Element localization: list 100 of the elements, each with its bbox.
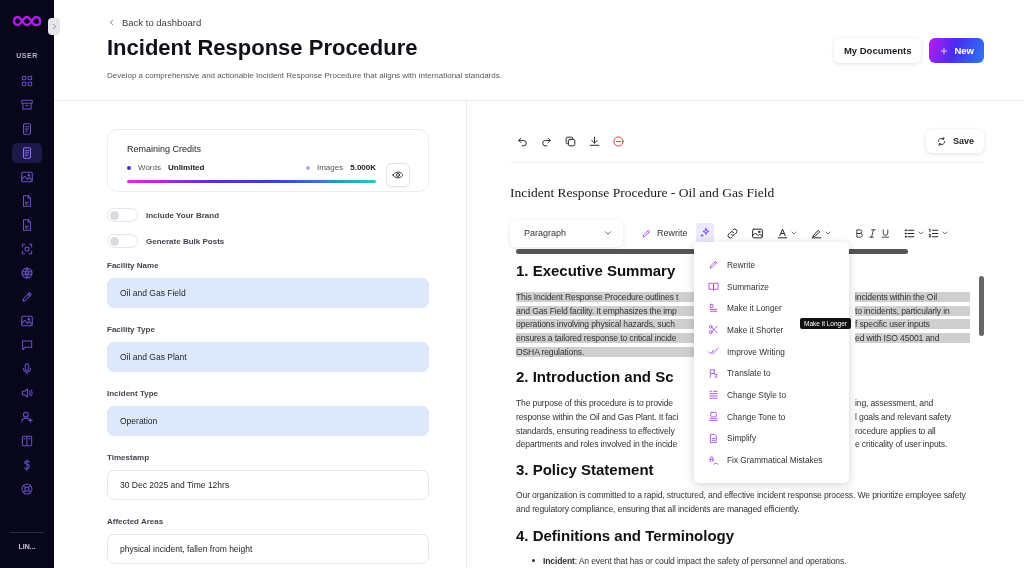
- paragraph-text: ed with ISO 45001 and: [855, 332, 970, 343]
- section-heading: 4. Definitions and Terminology: [516, 525, 735, 546]
- bullet-list-icon: [902, 226, 916, 240]
- input-field[interactable]: 30 Dec 2025 and Time 12hrs: [107, 470, 429, 500]
- microphone-icon: [20, 362, 34, 376]
- menu-item[interactable]: Change Style to: [708, 384, 787, 406]
- menu-item[interactable]: Fix Grammatical Mistakes: [708, 449, 823, 471]
- input-field[interactable]: physical incident, fallen from height: [107, 534, 429, 564]
- list-item: Incident: An event that has or could impact the safety of personnel and operations.: [543, 554, 847, 567]
- ai-button[interactable]: [695, 223, 714, 243]
- chevron-icon: [823, 229, 832, 237]
- chevron-icon: [789, 229, 798, 237]
- menu-item[interactable]: Change Tone to: [708, 405, 786, 428]
- vertical-scrollbar[interactable]: [979, 276, 984, 336]
- link-icon: [725, 226, 739, 240]
- toggle-label: Generate Bulk Posts: [146, 236, 225, 246]
- document-icon: [20, 122, 34, 136]
- book-icon: [708, 281, 719, 293]
- lines-icon: [708, 389, 719, 401]
- document-icon: [708, 432, 719, 444]
- paragraph-text: ing, assessment, and: [855, 398, 935, 409]
- scan-icon: [20, 242, 34, 256]
- plus-icon: [939, 45, 950, 56]
- letter-icon: [708, 454, 719, 466]
- status-dot: [127, 165, 131, 170]
- underline-icon: [879, 227, 891, 239]
- input-field[interactable]: Operation: [107, 406, 429, 436]
- add-user-icon: [20, 410, 34, 424]
- scissors-icon: [708, 324, 719, 336]
- document-title: Incident Response Procedure - Oil and Gas Field: [510, 185, 776, 201]
- pen-icon: [641, 227, 652, 239]
- section-heading: 3. Policy Statement: [516, 460, 654, 481]
- collapse-button[interactable]: [48, 18, 60, 35]
- paragraph-text: response within the Oil and Gas Plant. It faci: [516, 411, 680, 422]
- toggle-switch[interactable]: [107, 208, 138, 222]
- paragraph-text: l goals and relevant safety: [855, 411, 952, 422]
- new-button[interactable]: New: [929, 38, 984, 63]
- page-subtitle: Develop a comprehensive and actionable Incident Response Procedure that aligns with international standards.: [107, 71, 502, 80]
- lines-icon: [708, 411, 719, 423]
- bullet-icon: [532, 559, 535, 563]
- chevron-icon: [940, 229, 949, 237]
- pen-icon: [20, 290, 34, 304]
- document-icon: [20, 146, 34, 160]
- save-button[interactable]: Save: [925, 129, 984, 153]
- numbered-list-icon: [926, 226, 940, 240]
- page-title: Incident Response Procedure: [107, 35, 418, 61]
- documents-button[interactable]: My Documents: [833, 38, 922, 63]
- menu-item[interactable]: Make it Longer: [708, 297, 782, 320]
- italic-icon: [866, 227, 878, 239]
- paragraph-text: to incidents, particularly in: [855, 305, 970, 316]
- menu-item[interactable]: Summarize: [708, 275, 769, 298]
- lines-icon: [708, 302, 719, 314]
- speaker-icon: [20, 386, 34, 400]
- credit-value: Unlimited: [167, 163, 205, 172]
- image-icon: [20, 314, 34, 328]
- chevron-icon: [916, 229, 925, 237]
- menu-item[interactable]: Improve Writing: [708, 340, 785, 363]
- paragraph-text: standards, ensuring readiness to effectively: [516, 425, 676, 436]
- globe-icon: [20, 266, 34, 280]
- credits-title: Remaining Credits: [127, 144, 203, 154]
- menu-item[interactable]: Simplify: [708, 427, 757, 450]
- field-label: Timestamp: [107, 453, 151, 462]
- credit-label: Images: [316, 163, 344, 172]
- text-color-icon: [775, 226, 789, 240]
- grid-icon: [20, 74, 34, 88]
- field-label: Affected Areas: [107, 517, 165, 526]
- rewrite-button[interactable]: Rewrite: [635, 222, 694, 244]
- lifebuoy-icon: [20, 482, 34, 496]
- refresh-icon: [935, 135, 947, 147]
- credit-label: Words: [138, 163, 161, 172]
- sparkle-icon: [698, 227, 711, 239]
- menu-item[interactable]: Make it Shorter: [708, 319, 784, 341]
- sidebar-item[interactable]: [12, 143, 42, 163]
- input-field[interactable]: Oil and Gas Plant: [107, 342, 429, 372]
- file-icon: [20, 218, 34, 232]
- copy-icon: [563, 134, 577, 148]
- chat-icon: [20, 338, 34, 352]
- field-label: Incident Type: [107, 389, 159, 398]
- field-label: Facility Type: [107, 325, 156, 334]
- toggle-label: Include Your Brand: [146, 210, 220, 220]
- back-link[interactable]: Back to dashboard: [107, 17, 202, 28]
- block-format-select[interactable]: Paragraph: [510, 219, 623, 247]
- paragraph-text: e criticality of user inputs.: [855, 439, 949, 450]
- toggle-switch[interactable]: [107, 234, 138, 248]
- pen-icon: [708, 259, 719, 271]
- eye-icon: [392, 169, 404, 181]
- menu-item[interactable]: Rewrite: [708, 254, 756, 276]
- show-button[interactable]: [386, 163, 410, 187]
- input-field[interactable]: Oil and Gas Field: [107, 278, 429, 308]
- paragraph-text: f specific user inputs: [855, 319, 970, 330]
- paragraph-text: incidents within the Oil: [855, 291, 970, 302]
- section-heading: 2. Introduction and Sc: [516, 367, 674, 388]
- image-icon: [750, 226, 764, 240]
- back-icon: [107, 18, 116, 27]
- logo-icon: [13, 14, 41, 28]
- paragraph-text: Our organization is committed to a rapid, structured, and effective incident response process. We prioritize employee safety and regulatory compliance, ensuring that all incidents are managed efficiently.: [516, 489, 967, 516]
- book-icon: [20, 434, 34, 448]
- menu-item[interactable]: Translate to: [708, 362, 771, 385]
- paragraph-text: The purpose of this procedure is to provide: [516, 398, 674, 409]
- credit-value: 5.000K: [350, 163, 376, 172]
